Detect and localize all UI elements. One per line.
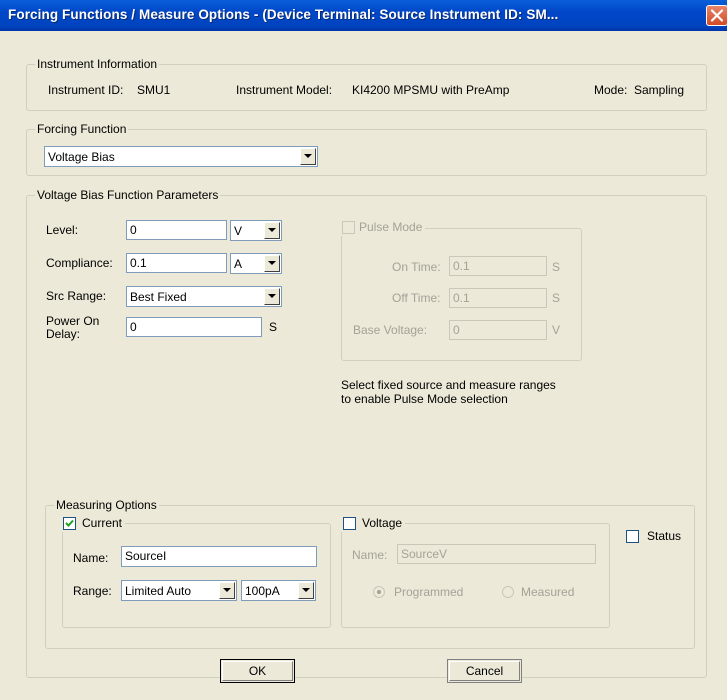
parameters-legend: Voltage Bias Function Parameters <box>35 188 221 202</box>
instrument-model-label: Instrument Model: <box>236 83 333 97</box>
current-range-label: Range: <box>73 584 112 598</box>
level-input[interactable]: 0 <box>126 220 227 240</box>
window-title: Forcing Functions / Measure Options - (D… <box>8 7 559 22</box>
compliance-input[interactable]: 0.1 <box>126 253 227 273</box>
pulse-mode-label: Pulse Mode <box>359 220 423 234</box>
voltage-header: Voltage <box>340 516 406 532</box>
measuring-options-legend: Measuring Options <box>54 498 159 512</box>
measured-radio[interactable] <box>502 586 514 598</box>
status-label: Status <box>647 529 682 543</box>
mode-label: Mode: <box>594 83 628 97</box>
instrument-id-value: SMU1 <box>137 83 171 97</box>
instrument-info-legend: Instrument Information <box>35 57 160 71</box>
off-time-unit: S <box>552 291 561 305</box>
instrument-id-label: Instrument ID: <box>48 83 124 97</box>
status-checkbox[interactable] <box>626 530 639 543</box>
current-group <box>62 523 331 628</box>
voltage-group <box>341 523 610 628</box>
current-name-input[interactable]: SourceI <box>121 546 317 567</box>
mode-value: Sampling <box>634 83 685 97</box>
power-on-delay-unit: S <box>269 320 278 334</box>
current-range-value-select[interactable]: 100pA <box>241 580 316 601</box>
compliance-unit-value: A <box>234 257 243 271</box>
current-header: Current <box>60 516 126 532</box>
dropdown-arrow[interactable] <box>300 148 316 165</box>
close-button[interactable] <box>706 5 727 26</box>
off-time-label: Off Time: <box>392 291 441 305</box>
level-label: Level: <box>46 223 79 237</box>
dropdown-arrow[interactable] <box>298 582 314 599</box>
base-voltage-label: Base Voltage: <box>353 323 428 337</box>
current-range-mode-value: Limited Auto <box>125 584 192 598</box>
chevron-down-icon <box>302 588 310 592</box>
voltage-name-input[interactable]: SourceV <box>397 544 596 564</box>
base-voltage-unit: V <box>552 323 561 337</box>
compliance-unit-select[interactable]: A <box>230 253 282 274</box>
instrument-model-value: KI4200 MPSMU with PreAmp <box>352 83 510 97</box>
on-time-label: On Time: <box>392 260 441 274</box>
pulse-mode-header: Pulse Mode <box>338 220 426 236</box>
on-time-input[interactable]: 0.1 <box>449 256 547 276</box>
checkmark-icon <box>65 519 74 527</box>
chevron-down-icon <box>304 154 312 158</box>
ok-button[interactable]: OK <box>220 659 295 683</box>
ok-button-label: OK <box>248 664 267 678</box>
current-range-mode-select[interactable]: Limited Auto <box>121 580 237 601</box>
src-range-select[interactable]: Best Fixed <box>126 286 282 307</box>
voltage-name-label: Name: <box>352 548 388 562</box>
dropdown-arrow[interactable] <box>264 255 280 272</box>
on-time-unit: S <box>552 260 561 274</box>
power-on-delay-label-line2: Delay: <box>46 327 81 341</box>
src-range-value: Best Fixed <box>130 290 187 304</box>
cancel-button-label: Cancel <box>465 664 504 678</box>
compliance-label: Compliance: <box>46 256 113 270</box>
pulse-note-line1: Select fixed source and measure ranges <box>341 378 556 392</box>
power-on-delay-input[interactable]: 0 <box>126 317 262 337</box>
current-range-value: 100pA <box>245 584 280 598</box>
forcing-function-legend: Forcing Function <box>35 122 129 136</box>
title-bar[interactable]: Forcing Functions / Measure Options - (D… <box>0 0 727 31</box>
close-icon <box>711 9 723 22</box>
base-voltage-input[interactable]: 0 <box>449 320 547 340</box>
dropdown-arrow[interactable] <box>264 288 280 305</box>
level-unit-select[interactable]: V <box>230 220 282 241</box>
cancel-button[interactable]: Cancel <box>447 659 522 683</box>
chevron-down-icon <box>268 294 276 298</box>
src-range-label: Src Range: <box>46 289 107 303</box>
dropdown-arrow[interactable] <box>219 582 235 599</box>
forcing-function-select[interactable]: Voltage Bias <box>44 146 318 167</box>
measured-label: Measured <box>521 585 575 599</box>
dropdown-arrow[interactable] <box>264 222 280 239</box>
programmed-label: Programmed <box>394 585 464 599</box>
pulse-mode-checkbox[interactable] <box>342 221 355 234</box>
current-label: Current <box>82 516 123 530</box>
programmed-radio[interactable] <box>373 586 385 598</box>
level-unit-value: V <box>234 224 243 238</box>
current-checkbox[interactable] <box>63 517 76 530</box>
chevron-down-icon <box>268 228 276 232</box>
off-time-input[interactable]: 0.1 <box>449 288 547 308</box>
forcing-function-value: Voltage Bias <box>48 150 115 164</box>
current-name-label: Name: <box>73 551 109 565</box>
chevron-down-icon <box>223 588 231 592</box>
chevron-down-icon <box>268 261 276 265</box>
voltage-label: Voltage <box>362 516 403 530</box>
voltage-checkbox[interactable] <box>343 517 356 530</box>
power-on-delay-label-line1: Power On <box>46 314 100 328</box>
pulse-note-line2: to enable Pulse Mode selection <box>341 392 508 406</box>
